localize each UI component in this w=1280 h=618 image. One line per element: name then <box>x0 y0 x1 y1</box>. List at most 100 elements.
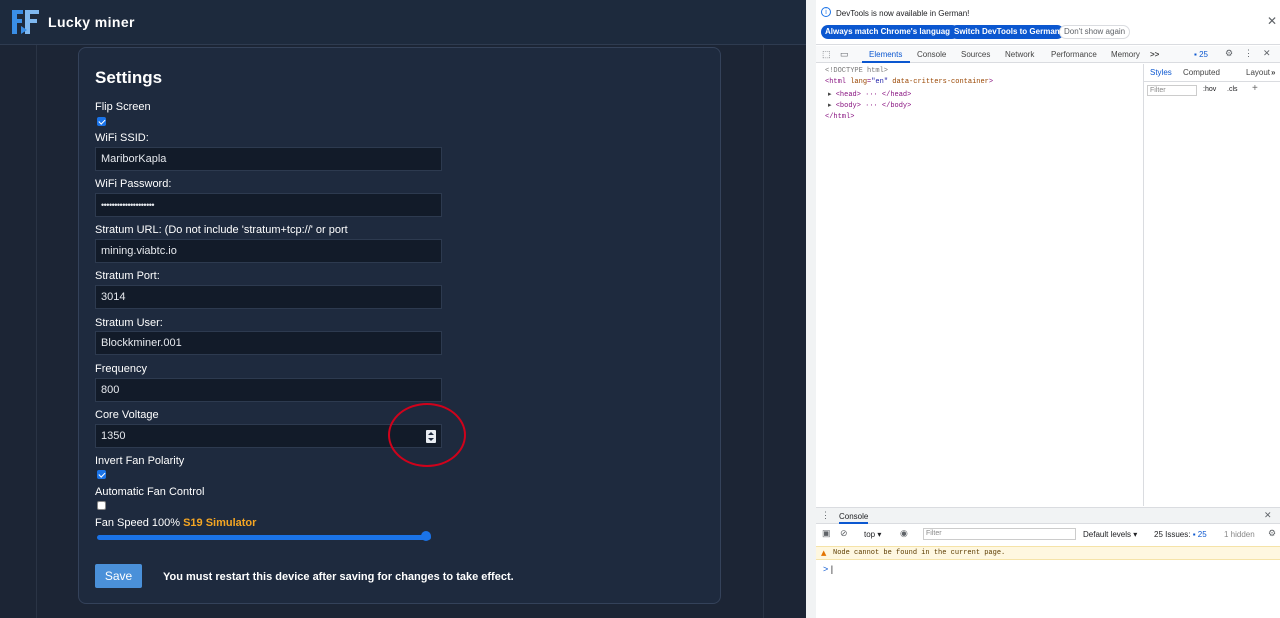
simulator-label: S19 Simulator <box>183 517 257 529</box>
settings-card: Settings Flip Screen WiFi SSID: MariborK… <box>78 47 721 604</box>
issues-label: 25 Issues: <box>1154 530 1191 539</box>
left-divider <box>36 45 37 618</box>
default-levels-dropdown[interactable]: Default levels ▾ <box>1083 530 1137 539</box>
console-issues[interactable]: 25 Issues: ▪ 25 <box>1154 530 1207 539</box>
wifi-password-label: WiFi Password: <box>95 178 172 190</box>
eye-icon[interactable]: ◉ <box>900 528 908 539</box>
fan-speed-slider-track[interactable] <box>97 535 431 540</box>
settings-gear-icon[interactable]: ⚙ <box>1225 48 1233 59</box>
stratum-user-input[interactable]: Blockkminer.001 <box>95 331 442 355</box>
dom-head-text: <head> ··· </head> <box>835 91 912 99</box>
stratum-port-label: Stratum Port: <box>95 270 160 282</box>
stratum-url-label: Stratum URL: (Do not include 'stratum+tc… <box>95 224 348 236</box>
issues-counter[interactable]: ▪ 25 <box>1194 50 1208 59</box>
dom-html-open[interactable]: <html lang="en" data-critters-container> <box>825 78 993 86</box>
console-prompt[interactable]: > | <box>823 564 833 574</box>
invert-fan-label: Invert Fan Polarity <box>95 455 185 467</box>
dom-body-node[interactable]: ▸ <body> ··· </body> <box>828 101 911 110</box>
close-devtools-icon[interactable]: ✕ <box>1263 48 1271 59</box>
console-drawer-tab[interactable]: Console <box>839 512 869 524</box>
styles-pane: Styles Computed Layout » Filter :hov .cl… <box>1143 64 1280 506</box>
issues-count: 25 <box>1199 50 1208 59</box>
layout-tab[interactable]: Layout <box>1246 68 1270 77</box>
close-infobar-icon[interactable]: ✕ <box>1267 14 1277 28</box>
dom-body-text: <body> ··· </body> <box>835 102 912 110</box>
match-language-button[interactable]: Always match Chrome's language <box>821 25 959 39</box>
top-bar: Lucky miner <box>0 0 806 45</box>
more-tabs-icon[interactable]: >> <box>1150 50 1159 59</box>
stratum-port-input[interactable]: 3014 <box>95 285 442 309</box>
wifi-ssid-label: WiFi SSID: <box>95 132 149 144</box>
hidden-count: 1 hidden <box>1224 530 1255 539</box>
save-button[interactable]: Save <box>95 564 142 588</box>
context-selector[interactable]: top ▾ <box>864 530 881 539</box>
frequency-label: Frequency <box>95 363 147 375</box>
active-tab-underline <box>862 61 910 63</box>
drawer-menu-icon[interactable]: ⋮ <box>821 510 830 521</box>
dom-html-tag: <html <box>825 78 851 86</box>
tab-sources[interactable]: Sources <box>961 50 990 59</box>
wifi-ssid-input[interactable]: MariborKapla <box>95 147 442 171</box>
issues-badge: ▪ 25 <box>1192 530 1207 539</box>
dom-html-attr-lang: lang <box>850 78 868 86</box>
dom-html-attr-critters: data-critters-container <box>892 78 989 86</box>
tab-memory[interactable]: Memory <box>1111 50 1140 59</box>
dont-show-again-button[interactable]: Don't show again <box>1059 25 1131 39</box>
devtools-infobar: i DevTools is now available in German! ✕… <box>816 0 1280 45</box>
fan-speed-text: Fan Speed 100% <box>95 517 181 529</box>
wifi-password-input[interactable]: •••••••••••••••••••• <box>95 193 442 217</box>
prompt-chevron: > <box>823 564 829 574</box>
tab-network[interactable]: Network <box>1005 50 1034 59</box>
dom-head-node[interactable]: ▸ <head> ··· </head> <box>828 90 911 99</box>
text-cursor: | <box>830 564 834 574</box>
console-drawer: ⋮ Console ✕ ▣ ⊘ top ▾ ◉ Filter Default l… <box>816 507 1280 618</box>
auto-fan-label: Automatic Fan Control <box>95 486 205 498</box>
console-settings-icon[interactable]: ⚙ <box>1268 528 1276 539</box>
tab-performance[interactable]: Performance <box>1051 50 1097 59</box>
lucky-miner-logo-icon[interactable] <box>9 6 42 38</box>
auto-fan-checkbox[interactable] <box>97 501 106 510</box>
devtools-tabbar: ⬚ ▭ Elements Console Sources Network Per… <box>816 46 1280 63</box>
more-panes-icon[interactable]: » <box>1271 68 1275 77</box>
dom-html-close[interactable]: </html> <box>825 113 854 121</box>
dom-html-attr-lang-value: "en" <box>871 78 889 86</box>
warning-text: Node cannot be found in the current page… <box>833 549 1006 557</box>
issues-badge-count: 25 <box>1197 530 1207 539</box>
device-toolbar-icon[interactable]: ▭ <box>840 49 849 60</box>
invert-fan-checkbox[interactable] <box>97 470 106 479</box>
devtools-panel: i DevTools is now available in German! ✕… <box>806 0 1280 618</box>
hov-toggle[interactable]: :hov <box>1203 86 1216 93</box>
add-style-rule-icon[interactable]: + <box>1252 83 1258 94</box>
frequency-input[interactable]: 800 <box>95 378 442 402</box>
stratum-user-label: Stratum User: <box>95 317 163 329</box>
console-warning: ▲ Node cannot be found in the current pa… <box>816 546 1280 560</box>
clear-console-icon[interactable]: ⊘ <box>840 528 848 539</box>
right-divider <box>763 45 764 618</box>
inspect-icon[interactable]: ⬚ <box>822 49 831 60</box>
expand-arrow-icon[interactable]: ▸ <box>828 91 832 99</box>
context-top: top <box>864 530 876 539</box>
core-voltage-value: 1350 <box>101 430 126 442</box>
dom-doctype[interactable]: <!DOCTYPE html> <box>825 67 888 75</box>
flip-screen-checkbox[interactable] <box>97 117 106 126</box>
warning-icon: ▲ <box>821 549 827 557</box>
styles-divider <box>1144 81 1280 82</box>
flip-screen-label: Flip Screen <box>95 101 151 113</box>
console-filter-input[interactable]: Filter <box>923 528 1076 540</box>
styles-filter-input[interactable]: Filter <box>1147 85 1197 96</box>
tab-console[interactable]: Console <box>917 50 946 59</box>
red-annotation-circle <box>388 403 466 467</box>
lucky-miner-app: Lucky miner Settings Flip Screen WiFi SS… <box>0 0 806 618</box>
kebab-menu-icon[interactable]: ⋮ <box>1244 48 1253 59</box>
tab-elements[interactable]: Elements <box>869 50 902 59</box>
styles-tab[interactable]: Styles <box>1150 68 1172 77</box>
close-drawer-icon[interactable]: ✕ <box>1264 510 1272 521</box>
brand-name: Lucky miner <box>48 14 135 30</box>
expand-arrow-icon[interactable]: ▸ <box>828 102 832 110</box>
sidebar-toggle-icon[interactable]: ▣ <box>822 528 831 539</box>
fan-speed-slider-thumb[interactable] <box>421 531 431 541</box>
stratum-url-input[interactable]: mining.viabtc.io <box>95 239 442 263</box>
switch-german-button[interactable]: Switch DevTools to German <box>950 25 1064 39</box>
computed-tab[interactable]: Computed <box>1183 68 1220 77</box>
cls-toggle[interactable]: .cls <box>1227 86 1238 93</box>
